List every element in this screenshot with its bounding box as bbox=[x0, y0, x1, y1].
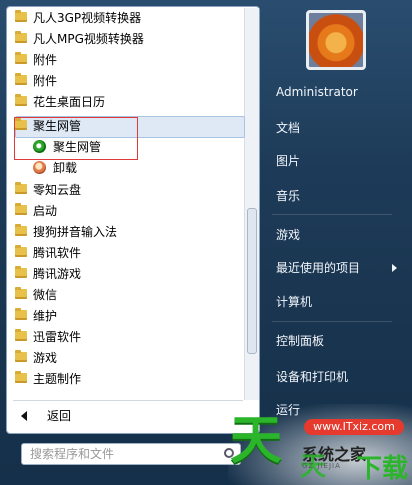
program-folder[interactable]: 维护 bbox=[15, 306, 243, 326]
folder-icon bbox=[15, 329, 27, 341]
folder-icon bbox=[15, 203, 27, 215]
pictures-link[interactable]: 图片 bbox=[276, 149, 300, 173]
watermark-logo-char: 天 bbox=[230, 411, 283, 471]
music-link[interactable]: 音乐 bbox=[276, 184, 300, 208]
search-input[interactable]: 搜索程序和文件 bbox=[21, 443, 241, 465]
program-folder[interactable]: 微信 bbox=[15, 285, 243, 305]
folder-icon bbox=[15, 350, 27, 362]
program-folder[interactable]: 花生桌面日历 bbox=[15, 92, 243, 112]
recent-items-link[interactable]: 最近使用的项目 bbox=[276, 256, 397, 280]
folder-icon bbox=[15, 52, 27, 64]
back-button[interactable]: 返回 bbox=[17, 406, 137, 426]
folder-icon bbox=[15, 73, 27, 85]
games-link[interactable]: 游戏 bbox=[276, 223, 300, 247]
programs-scrollbar[interactable] bbox=[244, 8, 259, 400]
program-folder[interactable]: 腾讯游戏 bbox=[15, 264, 243, 284]
search-placeholder: 搜索程序和文件 bbox=[30, 447, 115, 461]
folder-icon bbox=[15, 224, 27, 236]
user-avatar[interactable] bbox=[306, 10, 366, 70]
program-folder[interactable]: 游戏 bbox=[15, 348, 243, 368]
highlight-annotation-box bbox=[14, 117, 138, 160]
program-folder[interactable]: 主题制作 bbox=[15, 369, 243, 389]
watermark-url: www.ITxiz.com bbox=[304, 419, 404, 435]
program-folder[interactable]: 凡人3GP视频转换器 bbox=[15, 8, 243, 28]
program-folder[interactable]: 搜狗拼音输入法 bbox=[15, 222, 243, 242]
folder-icon bbox=[15, 245, 27, 257]
uninstall-icon bbox=[33, 161, 46, 174]
program-folder[interactable]: 附件 bbox=[15, 71, 243, 91]
folder-icon bbox=[15, 94, 27, 106]
chevron-right-icon bbox=[392, 264, 397, 272]
folder-icon bbox=[15, 371, 27, 383]
program-folder[interactable]: 零知云盘 bbox=[15, 180, 243, 200]
folder-icon bbox=[15, 31, 27, 43]
site-watermark: 天 www.ITxiz.com 系统之家 天 下载 GZ JIEJIA bbox=[228, 404, 412, 485]
program-folder[interactable]: 附件 bbox=[15, 50, 243, 70]
devices-printers-link[interactable]: 设备和打印机 bbox=[276, 365, 348, 389]
back-arrow-icon bbox=[21, 411, 27, 421]
control-panel-link[interactable]: 控制面板 bbox=[276, 329, 324, 353]
programs-panel: 凡人3GP视频转换器 凡人MPG视频转换器 附件 附件 花生桌面日历 聚生网管 … bbox=[6, 6, 260, 434]
watermark-subtext: GZ JIEJIA bbox=[302, 462, 341, 470]
start-menu: 凡人3GP视频转换器 凡人MPG视频转换器 附件 附件 花生桌面日历 聚生网管 … bbox=[0, 0, 412, 485]
separator bbox=[272, 214, 392, 215]
folder-icon bbox=[15, 182, 27, 194]
folder-icon bbox=[15, 287, 27, 299]
program-folder[interactable]: 凡人MPG视频转换器 bbox=[15, 29, 243, 49]
separator bbox=[272, 321, 392, 322]
program-folder[interactable]: 启动 bbox=[15, 201, 243, 221]
user-name-link[interactable]: Administrator bbox=[276, 80, 358, 104]
folder-icon bbox=[15, 266, 27, 278]
folder-icon bbox=[15, 308, 27, 320]
computer-link[interactable]: 计算机 bbox=[276, 290, 312, 314]
documents-link[interactable]: 文档 bbox=[276, 116, 300, 140]
program-folder[interactable]: 迅雷软件 bbox=[15, 327, 243, 347]
folder-icon bbox=[15, 10, 27, 22]
watermark-download: 下载 bbox=[356, 454, 409, 484]
program-folder[interactable]: 腾讯软件 bbox=[15, 243, 243, 263]
scrollbar-thumb[interactable] bbox=[247, 208, 257, 354]
divider bbox=[13, 400, 243, 401]
